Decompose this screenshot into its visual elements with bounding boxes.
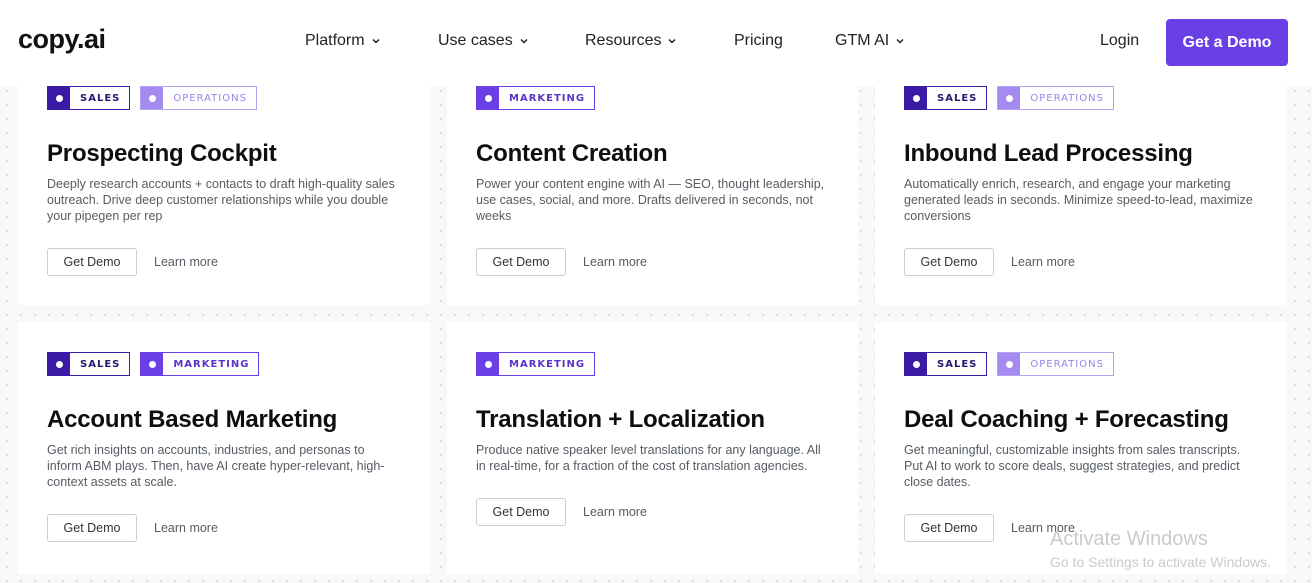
chevron-down-icon <box>520 38 528 44</box>
card-description: Automatically enrich, research, and enga… <box>904 177 1253 223</box>
tag-dot-icon <box>477 87 499 109</box>
card-title: Account Based Marketing <box>47 406 338 433</box>
learn-more-link[interactable]: Learn more <box>583 505 647 519</box>
watermark-subtitle: Go to Settings to activate Windows. <box>1050 554 1271 570</box>
use-case-card: SALES OPERATIONS Prospecting Cockpit Dee… <box>18 86 430 305</box>
windows-activation-watermark: Activate Windows Go to Settings to activ… <box>1050 528 1271 570</box>
nav-resources-label: Resources <box>585 32 662 49</box>
copyai-logo[interactable]: copy.ai <box>18 24 106 55</box>
nav-resources[interactable]: Resources <box>585 32 677 50</box>
nav-platform-label: Platform <box>305 32 365 49</box>
get-demo-button[interactable]: Get Demo <box>904 248 994 276</box>
nav-use-cases[interactable]: Use cases <box>438 32 529 50</box>
learn-more-link[interactable]: Learn more <box>1011 255 1075 269</box>
tag-dot-icon <box>141 353 164 375</box>
nav-use-cases-label: Use cases <box>438 32 513 49</box>
tag-dot-icon <box>998 87 1021 109</box>
card-title: Prospecting Cockpit <box>47 140 277 167</box>
learn-more-link[interactable]: Learn more <box>154 521 218 535</box>
chevron-down-icon <box>668 38 677 44</box>
learn-more-link[interactable]: Learn more <box>154 255 218 269</box>
get-demo-button[interactable]: Get Demo <box>476 248 566 276</box>
get-demo-button[interactable]: Get Demo <box>476 498 566 526</box>
login-link[interactable]: Login <box>1100 32 1139 50</box>
tag-sales: SALES <box>47 86 131 110</box>
card-title: Inbound Lead Processing <box>904 140 1193 167</box>
tag-operations: OPERATIONS <box>140 86 257 110</box>
get-demo-button[interactable]: Get Demo <box>47 248 137 276</box>
tag-dot-icon <box>141 87 164 109</box>
card-description: Get meaningful, customizable insights fr… <box>904 443 1241 489</box>
nav-platform[interactable]: Platform <box>305 32 381 50</box>
card-tags: SALES OPERATIONS <box>904 352 1114 376</box>
card-title: Translation + Localization <box>476 406 765 433</box>
nav-gtm-ai-label: GTM AI <box>835 32 890 49</box>
nav-pricing[interactable]: Pricing <box>734 32 783 50</box>
tag-dot-icon <box>48 353 70 375</box>
tag-marketing: MARKETING <box>476 352 596 376</box>
tag-dot-icon <box>998 353 1021 375</box>
card-tags: MARKETING <box>476 86 596 110</box>
tag-marketing: MARKETING <box>140 352 260 376</box>
card-title: Content Creation <box>476 140 668 167</box>
card-description: Deeply research accounts + contacts to d… <box>47 177 395 223</box>
tag-sales: SALES <box>904 352 988 376</box>
tag-dot-icon <box>48 87 70 109</box>
learn-more-link[interactable]: Learn more <box>583 255 647 269</box>
tag-dot-icon <box>477 353 499 375</box>
card-tags: SALES OPERATIONS <box>47 86 257 110</box>
tag-operations: OPERATIONS <box>997 352 1114 376</box>
card-tags: SALES MARKETING <box>47 352 260 376</box>
get-demo-button[interactable]: Get Demo <box>47 514 137 542</box>
card-description: Power your content engine with AI — SEO,… <box>476 177 825 223</box>
card-description: Produce native speaker level translation… <box>476 443 821 473</box>
card-description: Get rich insights on accounts, industrie… <box>47 443 385 489</box>
use-case-card: MARKETING Translation + Localization Pro… <box>447 322 858 574</box>
tag-operations: OPERATIONS <box>997 86 1114 110</box>
tag-marketing: MARKETING <box>476 86 596 110</box>
card-title: Deal Coaching + Forecasting <box>904 406 1229 433</box>
watermark-title: Activate Windows <box>1050 528 1208 550</box>
card-tags: SALES OPERATIONS <box>904 86 1114 110</box>
chevron-down-icon <box>896 38 904 44</box>
nav-pricing-label: Pricing <box>734 32 783 49</box>
use-case-card: MARKETING Content Creation Power your co… <box>447 86 858 305</box>
get-a-demo-button[interactable]: Get a Demo <box>1166 19 1288 66</box>
tag-sales: SALES <box>47 352 131 376</box>
tag-dot-icon <box>905 353 927 375</box>
chevron-down-icon <box>372 38 380 44</box>
card-tags: MARKETING <box>476 352 596 376</box>
tag-dot-icon <box>905 87 927 109</box>
use-case-card: SALES MARKETING Account Based Marketing … <box>18 322 430 574</box>
use-case-card: SALES OPERATIONS Inbound Lead Processing… <box>875 86 1287 305</box>
site-header: copy.ai Platform Use cases Resources Pri… <box>0 0 1312 86</box>
tag-sales: SALES <box>904 86 988 110</box>
get-demo-button[interactable]: Get Demo <box>904 514 994 542</box>
nav-gtm-ai[interactable]: GTM AI <box>835 32 905 50</box>
